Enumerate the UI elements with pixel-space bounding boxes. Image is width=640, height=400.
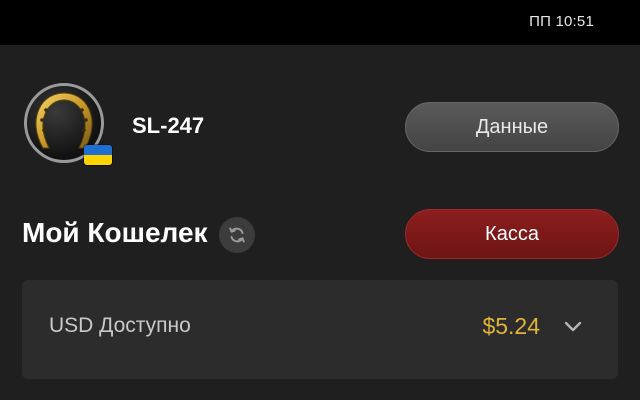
chevron-down-icon[interactable] [562, 316, 584, 338]
cashier-button[interactable]: Касса [405, 209, 619, 259]
balance-amount: $5.24 [482, 313, 540, 339]
refresh-button[interactable] [219, 217, 255, 253]
flag-blue-stripe [84, 145, 112, 155]
refresh-icon [229, 227, 245, 243]
wallet-title: Мой Кошелек [22, 217, 208, 248]
flag-yellow-stripe [84, 155, 112, 165]
balance-card[interactable]: USD Доступно $5.24 [22, 280, 618, 379]
balance-label: USD Доступно [49, 314, 191, 337]
ukraine-flag [84, 145, 112, 165]
username: SL-247 [132, 113, 205, 138]
status-bar: ПП 10:51 [0, 0, 640, 45]
status-time: ПП 10:51 [529, 13, 594, 30]
avatar[interactable] [24, 83, 112, 167]
wallet-screen: SL-247 Данные Мой Кошелек Касса USD Дост… [0, 45, 640, 400]
data-button[interactable]: Данные [405, 102, 619, 152]
